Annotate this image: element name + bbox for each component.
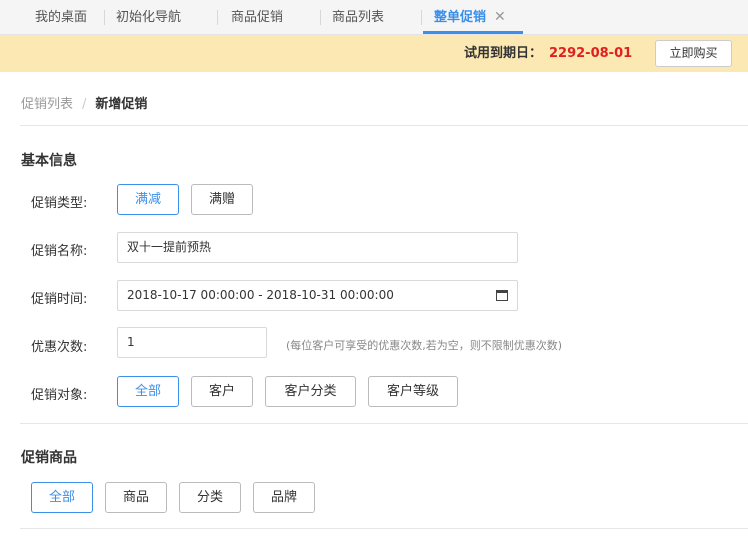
trial-expiry-date: 2292-08-01 [549, 46, 633, 61]
tab-separator [421, 10, 422, 25]
tab-product-list[interactable]: 商品列表 [332, 0, 384, 35]
discount-count-hint: (每位客户可享受的优惠次数,若为空，则不限制优惠次数) [286, 339, 563, 352]
breadcrumb-current: 新增促销 [95, 97, 148, 112]
calendar-icon[interactable] [496, 289, 508, 301]
promo-type-full-reduction-button[interactable]: 满减 [117, 184, 179, 215]
promo-type-gift-button[interactable]: 满赠 [191, 184, 253, 215]
target-customer-level-button[interactable]: 客户等级 [368, 376, 458, 407]
products-product-button[interactable]: 商品 [105, 482, 167, 513]
trial-banner: 试用到期日： 2292-08-01 立即购买 [0, 35, 748, 72]
discount-count-input[interactable]: 1 [117, 327, 267, 358]
breadcrumb-separator: / [82, 97, 87, 112]
promo-time-input[interactable]: 2018-10-17 00:00:00 - 2018-10-31 00:00:0… [117, 280, 518, 311]
section-title-promo-products: 促销商品 [21, 450, 77, 466]
close-icon[interactable]: ✕ [494, 9, 506, 25]
buy-now-button[interactable]: 立即购买 [655, 40, 732, 67]
promo-time-value: 2018-10-17 00:00:00 - 2018-10-31 00:00:0… [127, 288, 394, 302]
products-brand-button[interactable]: 品牌 [253, 482, 315, 513]
promo-time-label: 促销时间: [31, 292, 88, 307]
divider [20, 528, 748, 529]
target-customer-button[interactable]: 客户 [191, 376, 253, 407]
tab-init-nav[interactable]: 初始化导航 [116, 0, 181, 35]
trial-expiry-label: 试用到期日： [463, 46, 542, 61]
products-all-button[interactable]: 全部 [31, 482, 93, 513]
tab-product-promo[interactable]: 商品促销 [231, 0, 283, 35]
breadcrumb: 促销列表 / 新增促销 [21, 93, 147, 112]
divider [20, 125, 748, 126]
tab-separator [217, 10, 218, 25]
active-tab-indicator [423, 31, 523, 34]
tab-bar: 我的桌面 初始化导航 商品促销 商品列表 整单促销 ✕ [0, 0, 748, 35]
breadcrumb-promo-list[interactable]: 促销列表 [21, 97, 73, 112]
tab-separator [320, 10, 321, 25]
promo-name-input[interactable]: 双十一提前预热 [117, 232, 518, 263]
section-title-basic-info: 基本信息 [21, 153, 77, 169]
products-category-button[interactable]: 分类 [179, 482, 241, 513]
tab-label: 整单促销 [434, 10, 487, 25]
tab-my-desktop[interactable]: 我的桌面 [35, 0, 87, 35]
divider [20, 423, 748, 424]
promo-type-label: 促销类型: [31, 196, 88, 211]
target-customer-category-button[interactable]: 客户分类 [265, 376, 356, 407]
tab-separator [104, 10, 105, 25]
promo-name-label: 促销名称: [31, 244, 88, 259]
promo-target-label: 促销对象: [31, 388, 88, 403]
discount-count-label: 优惠次数: [31, 340, 88, 355]
target-all-button[interactable]: 全部 [117, 376, 179, 407]
tab-order-promo[interactable]: 整单促销 ✕ [434, 0, 506, 35]
